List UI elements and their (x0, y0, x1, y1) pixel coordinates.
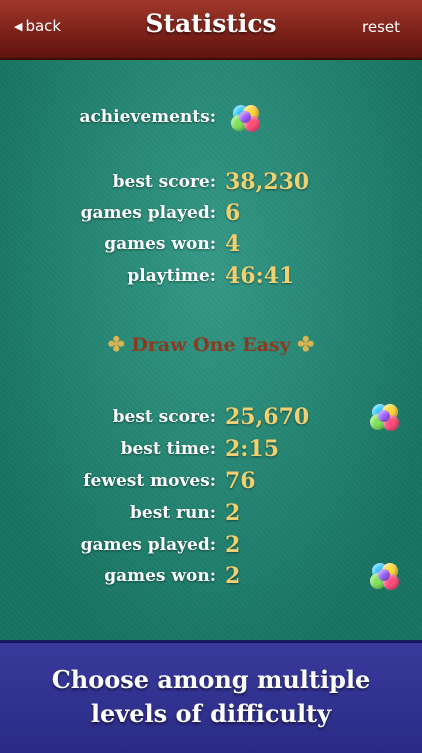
section-best-run-label: best run: (130, 503, 216, 523)
promo-banner: Choose among multiple levels of difficul… (0, 640, 422, 753)
best-score-label: best score: (112, 172, 216, 192)
section-fewest-moves-row: fewest moves: 76 (0, 468, 422, 501)
games-played-row: games played: 6 (0, 200, 422, 233)
difficulty-title-text: Draw One Easy (131, 334, 291, 356)
best-score-value: 38,230 (225, 169, 310, 195)
games-won-value: 4 (225, 231, 241, 257)
section-best-run-row: best run: 2 (0, 500, 422, 533)
reset-button[interactable]: reset (362, 18, 400, 36)
ornament-right-icon: ✤ (297, 332, 315, 356)
section-best-time-label: best time: (120, 439, 216, 459)
section-best-score-row: best score: 25,670 (0, 404, 422, 437)
section-games-played-row: games played: 2 (0, 532, 422, 565)
game-center-icon[interactable] (370, 402, 400, 432)
achievements-label: achievements: (79, 107, 216, 127)
best-score-row: best score: 38,230 (0, 169, 422, 202)
section-fewest-moves-label: fewest moves: (83, 471, 216, 491)
game-center-icon[interactable] (231, 103, 261, 133)
games-won-label: games won: (104, 234, 216, 254)
game-center-icon[interactable] (370, 561, 400, 591)
playtime-value: 46:41 (225, 263, 295, 289)
achievements-row: achievements: (0, 107, 422, 137)
section-games-played-label: games played: (80, 535, 216, 555)
section-fewest-moves-value: 76 (225, 468, 256, 494)
section-best-time-row: best time: 2:15 (0, 436, 422, 469)
section-games-won-label: games won: (104, 566, 216, 586)
ornament-left-icon: ✤ (107, 332, 125, 356)
section-best-score-label: best score: (112, 407, 216, 427)
games-played-label: games played: (80, 203, 216, 223)
games-won-row: games won: 4 (0, 231, 422, 264)
difficulty-section-title: ✤ Draw One Easy ✤ (0, 332, 422, 356)
section-games-played-value: 2 (225, 532, 241, 558)
section-games-won-value: 2 (225, 563, 241, 589)
playtime-label: playtime: (127, 266, 216, 286)
section-best-time-value: 2:15 (225, 436, 280, 462)
section-best-run-value: 2 (225, 500, 241, 526)
banner-line-1: Choose among multiple (51, 665, 371, 694)
section-best-score-value: 25,670 (225, 404, 310, 430)
page-title: Statistics (145, 9, 277, 38)
games-played-value: 6 (225, 200, 241, 226)
section-games-won-row: games won: 2 (0, 563, 422, 596)
banner-line-2: levels of difficulty (90, 699, 332, 728)
playtime-row: playtime: 46:41 (0, 263, 422, 296)
nav-bar: ◀ back Statistics reset (0, 0, 422, 60)
